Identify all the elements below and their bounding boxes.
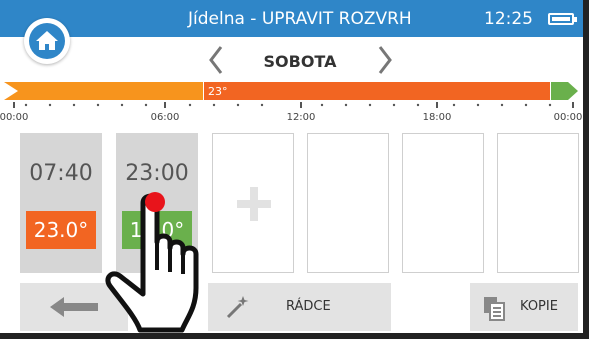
app-frame: Jídelna - UPRAVIT ROZVRH 12:25 SOBOTA 23…	[0, 0, 589, 339]
day-label: SOBOTA	[263, 52, 337, 71]
empty-slot[interactable]	[307, 133, 389, 273]
battery-icon	[548, 13, 577, 25]
slot-time: 07:40	[29, 161, 93, 186]
plus-icon	[237, 187, 271, 221]
timeline-segment[interactable]	[204, 82, 550, 100]
timeline-ticks	[13, 102, 574, 108]
tick-label: 00:00	[553, 112, 583, 123]
slot-time: 23:00	[125, 161, 189, 186]
empty-slot[interactable]	[497, 133, 579, 273]
tick-label: 12:00	[286, 112, 316, 123]
day-navigation: SOBOTA	[0, 37, 583, 77]
tick-label: 06:00	[150, 112, 180, 123]
touch-marker	[145, 192, 165, 212]
timeline-segment[interactable]	[4, 82, 203, 100]
empty-slot[interactable]	[402, 133, 484, 273]
advisor-button[interactable]: RÁDCE	[208, 283, 391, 331]
pointing-hand-icon	[105, 192, 199, 333]
title-bar: Jídelna - UPRAVIT ROZVRH 12:25	[0, 0, 583, 37]
tick-label: 00:00	[0, 112, 29, 123]
chevron-right-icon[interactable]	[372, 43, 396, 77]
screen-title: Jídelna - UPRAVIT ROZVRH	[188, 9, 412, 29]
tick-label: 18:00	[422, 112, 452, 123]
chevron-left-icon[interactable]	[205, 43, 229, 77]
copy-button[interactable]: KOPIE	[470, 283, 578, 331]
copy-icon	[484, 297, 505, 321]
clock: 12:25	[484, 9, 533, 29]
segment-temp-label: 23°	[208, 85, 228, 98]
copy-label: KOPIE	[520, 299, 558, 314]
slot-temperature[interactable]: 23.0°	[26, 211, 96, 249]
advisor-label: RÁDCE	[286, 299, 331, 314]
timeline[interactable]: 23°	[0, 80, 583, 132]
timeline-segment[interactable]	[551, 82, 578, 100]
arrow-left-icon	[50, 297, 98, 317]
schedule-slot[interactable]: 07:40 23.0°	[20, 133, 102, 273]
